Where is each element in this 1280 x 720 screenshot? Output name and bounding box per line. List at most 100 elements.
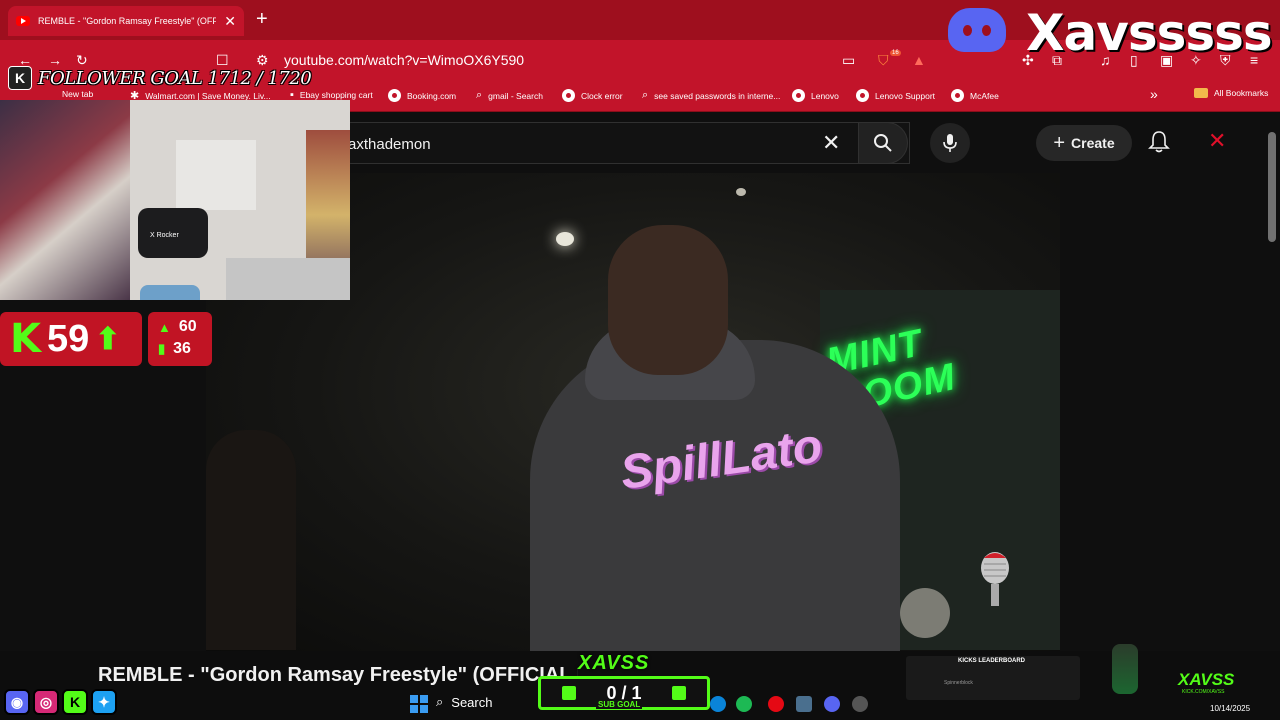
new-tab-button[interactable]: + bbox=[256, 8, 268, 31]
twitter-icon: ✦ bbox=[91, 689, 117, 715]
brand-logo: XAVSS bbox=[578, 652, 650, 674]
discord-icon bbox=[948, 8, 1006, 52]
kick-icon: K bbox=[10, 316, 41, 362]
bookmark-item[interactable]: ⌕ gmail - Search bbox=[476, 89, 543, 102]
search-icon: ⌕ bbox=[476, 89, 483, 101]
kick-icon: K bbox=[62, 689, 88, 715]
plus-icon: + bbox=[1053, 131, 1066, 154]
wall-tapestry bbox=[0, 100, 130, 300]
globe-icon bbox=[856, 89, 869, 102]
all-bookmarks-button[interactable]: All Bookmarks bbox=[1194, 88, 1268, 98]
avg-stat: ▮ 36 bbox=[158, 340, 191, 358]
edge-icon[interactable] bbox=[710, 696, 726, 712]
globe-icon bbox=[562, 89, 575, 102]
video-title-ticker: REMBLE - "Gordon Ramsay Freestyle" (OFFI… bbox=[98, 664, 578, 686]
folder-icon bbox=[1194, 88, 1208, 98]
more-bookmarks-chevron[interactable]: » bbox=[1150, 86, 1158, 102]
voice-search-button[interactable] bbox=[930, 123, 970, 163]
taskbar-search[interactable]: ⌕ Search bbox=[436, 694, 492, 710]
bookmark-item[interactable]: Clock error bbox=[562, 89, 623, 102]
file-explorer-icon[interactable] bbox=[796, 696, 812, 712]
corner-brand-url: KICK.COM/XAVSS bbox=[1182, 689, 1225, 695]
studio-speaker bbox=[900, 588, 950, 638]
tab-close-button[interactable]: ✕ bbox=[224, 13, 236, 30]
video-light bbox=[556, 232, 574, 246]
instagram-icon: ◎ bbox=[33, 689, 59, 715]
discord-taskbar-icon[interactable] bbox=[824, 696, 840, 712]
streamer bbox=[140, 285, 200, 300]
spotify-icon[interactable] bbox=[736, 696, 752, 712]
bookmark-item[interactable]: Lenovo Support bbox=[856, 89, 935, 102]
rewards-icon[interactable]: ▲ bbox=[912, 52, 926, 68]
extension-badge: 16 bbox=[890, 50, 901, 56]
all-bookmarks-label: All Bookmarks bbox=[1214, 88, 1269, 98]
video-light bbox=[736, 188, 746, 196]
globe-icon bbox=[388, 89, 401, 102]
search-icon: ⌕ bbox=[436, 694, 444, 709]
viewer-count: 59 bbox=[47, 317, 90, 360]
scrollbar[interactable] bbox=[1268, 132, 1276, 242]
follower-goal: K FOLLOWER GOAL 1712 / 1720 bbox=[8, 66, 312, 90]
taskbar-search-label: Search bbox=[451, 694, 493, 710]
mascot-figure bbox=[1112, 644, 1138, 694]
globe-icon bbox=[951, 89, 964, 102]
bell-icon bbox=[1148, 131, 1170, 153]
search-icon: ⌕ bbox=[642, 89, 649, 101]
leaderboard-entry: Spinnerblock bbox=[944, 680, 973, 686]
search-button[interactable] bbox=[858, 122, 908, 164]
bookmark-label: Lenovo bbox=[811, 90, 839, 101]
leaderboard-title: KICKS LEADERBOARD bbox=[958, 658, 1026, 664]
chair-brand: X Rocker bbox=[150, 232, 179, 239]
arrow-up-icon: ⬆ bbox=[95, 322, 121, 356]
peak-value: 60 bbox=[178, 318, 197, 335]
discord-icon: ◉ bbox=[4, 689, 30, 715]
bookmark-label: Lenovo Support bbox=[875, 90, 936, 101]
create-label: Create bbox=[1071, 135, 1115, 151]
bookmark-label: Clock error bbox=[581, 90, 623, 101]
avg-value: 36 bbox=[173, 340, 191, 357]
create-button[interactable]: + Create bbox=[1036, 125, 1132, 161]
bookmark-item[interactable]: Booking.com bbox=[388, 89, 456, 102]
clear-search-icon[interactable]: ✕ bbox=[822, 130, 840, 156]
bookmark-label: Walmart.com | Save Money. Liv... bbox=[145, 90, 271, 101]
peak-stat: ▲ 60 bbox=[158, 318, 197, 336]
tab-title: REMBLE - "Gordon Ramsay Freestyle" (OFFI… bbox=[38, 16, 217, 26]
bookmark-label: see saved passwords in interne... bbox=[654, 90, 781, 101]
bookmark-label: Booking.com bbox=[407, 90, 457, 101]
globe-icon bbox=[792, 89, 805, 102]
bookmark-label: gmail - Search bbox=[488, 90, 543, 101]
bookmark-item[interactable]: ⌕ see saved passwords in interne... bbox=[642, 89, 780, 102]
viewer-counter: K 59 ⬆ bbox=[0, 312, 142, 366]
microphone-icon bbox=[943, 134, 957, 152]
taskbar-date: 10/14/2025 bbox=[1210, 704, 1251, 713]
search-icon bbox=[874, 134, 892, 152]
obs-icon[interactable] bbox=[852, 696, 868, 712]
windows-start-icon[interactable] bbox=[410, 695, 428, 713]
netflix-icon[interactable] bbox=[768, 696, 784, 712]
discord-username: Xavsssss bbox=[1026, 4, 1273, 62]
bookmark-item[interactable]: New tab bbox=[62, 89, 93, 99]
bookmark-item[interactable]: McAfee bbox=[951, 89, 999, 102]
close-icon[interactable]: ✕ bbox=[1208, 128, 1226, 154]
bookmark-item[interactable]: Lenovo bbox=[792, 89, 839, 102]
search-input[interactable]: axthademon bbox=[348, 136, 431, 153]
notifications-button[interactable] bbox=[1148, 130, 1170, 159]
triangle-up-icon: ▲ bbox=[158, 319, 171, 335]
bar-chart-icon: ▮ bbox=[158, 341, 166, 356]
background-person bbox=[206, 430, 296, 650]
corner-brand-logo: XAVSS bbox=[1178, 670, 1235, 689]
brave-shield-icon[interactable]: ⛉ bbox=[878, 52, 889, 69]
microphone-icon bbox=[981, 552, 1009, 606]
bookmark-label: New tab bbox=[62, 89, 94, 99]
address-bar[interactable]: youtube.com/watch?v=WimoOX6Y590 bbox=[284, 52, 524, 68]
follower-goal-text: FOLLOWER GOAL 1712 / 1720 bbox=[38, 67, 312, 89]
cast-icon[interactable]: ▭ bbox=[842, 52, 855, 69]
youtube-icon bbox=[16, 16, 30, 26]
gift-icon bbox=[562, 686, 577, 700]
bookmark-label: McAfee bbox=[970, 90, 999, 101]
bed bbox=[226, 258, 350, 300]
gift-icon bbox=[671, 686, 686, 700]
kick-icon: K bbox=[8, 66, 32, 90]
browser-tab[interactable]: REMBLE - "Gordon Ramsay Freestyle" (OFFI… bbox=[8, 6, 244, 36]
bookmark-label: Ebay shopping cart bbox=[299, 90, 373, 100]
